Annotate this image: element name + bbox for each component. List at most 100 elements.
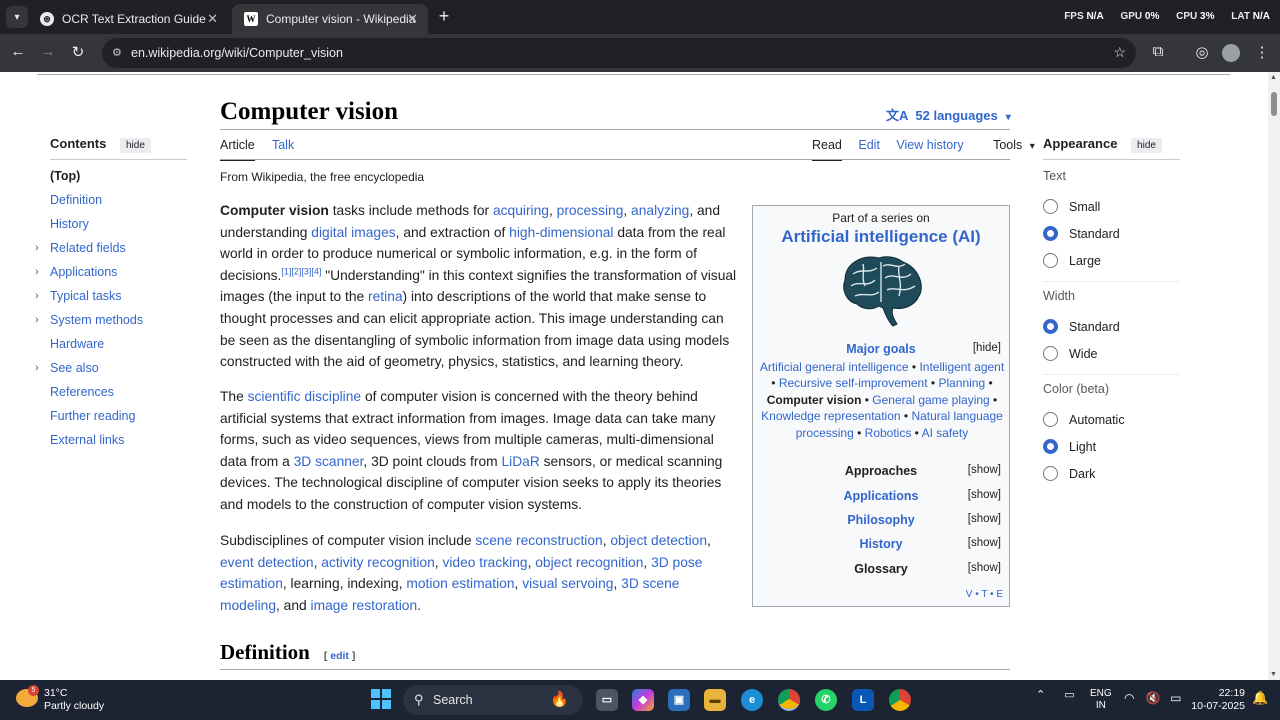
wiki-link[interactable]: Recursive self-improvement [779,376,928,390]
toc-hide-button[interactable]: hide [119,138,151,153]
file-explorer-icon[interactable]: ▬ [704,689,726,711]
clock[interactable]: 22:19 10-07-2025 [1190,687,1245,713]
infobox-section-label[interactable]: Applications [843,489,918,503]
new-tab-button[interactable]: + [434,6,454,27]
wiki-link[interactable]: high-dimensional [509,225,613,240]
wiki-link[interactable]: AI safety [922,426,969,440]
menu-icon[interactable]: ⋮ [1252,43,1272,61]
citation-link[interactable]: [1][2][3][4] [281,266,321,276]
toc-item[interactable]: › Typical tasks [35,286,143,310]
infobox-section-label[interactable]: Philosophy [847,513,914,527]
bookmark-star-icon[interactable]: ☆ [1113,44,1126,61]
close-tab-icon[interactable]: ✕ [407,11,418,27]
wiki-link[interactable]: scene reconstruction [475,533,602,548]
radio-button[interactable] [1043,319,1058,334]
radio-option[interactable]: Light [1043,439,1096,454]
chevron-right-icon[interactable]: › [35,310,39,330]
wiki-link[interactable]: processing [557,203,624,218]
chevron-right-icon[interactable]: › [35,286,39,306]
show-toggle[interactable]: [show] [968,562,1001,574]
tab-view-history[interactable]: View history [896,138,963,152]
network-volume-battery[interactable]: ◠ 🔇 ▭ [1124,691,1181,705]
wiki-link[interactable]: Robotics [865,426,912,440]
taskbar-search[interactable]: ⚲ Search 🔥 [403,685,583,715]
radio-option[interactable]: Standard [1043,226,1120,241]
wiki-link[interactable]: Knowledge representation [761,409,900,423]
wiki-link[interactable]: LiDaR [501,454,539,469]
wiki-link[interactable]: Artificial general intelligence [760,360,909,374]
tab-wikipedia[interactable]: W Computer vision - Wikipedia ✕ [232,4,428,34]
scroll-up-icon[interactable]: ▲ [1270,74,1277,81]
extensions-icon[interactable]: ⧉ [1148,43,1168,60]
wiki-link[interactable]: motion estimation [406,576,514,591]
wiki-link[interactable]: acquiring [493,203,549,218]
tab-ocr-guide[interactable]: ⊛ OCR Text Extraction Guide ✕ [28,4,228,34]
wiki-link[interactable]: object recognition [535,555,643,570]
weather-widget[interactable]: 5 31°C Partly cloudy [16,685,104,713]
radio-option[interactable]: Large [1043,253,1101,268]
edge-icon[interactable]: e [741,689,763,711]
input-language[interactable]: ENG IN [1090,688,1112,712]
back-icon[interactable]: ← [8,43,28,60]
performance-icon[interactable]: ◎ [1192,43,1212,61]
wiki-link[interactable]: event detection [220,555,314,570]
wiki-link[interactable]: 3D scanner [294,454,364,469]
forward-icon[interactable]: → [38,43,58,60]
tab-article[interactable]: Article [220,138,255,161]
radio-button[interactable] [1043,346,1058,361]
toc-item[interactable]: (Top) [50,166,143,190]
edit-link[interactable]: edit [330,650,349,662]
navbox-vte-links[interactable]: V • T • E [966,589,1003,600]
wiki-link[interactable]: scientific discipline [248,389,362,404]
wiki-link[interactable]: visual servoing [522,576,613,591]
radio-button[interactable] [1043,253,1058,268]
series-title-link[interactable]: Artificial intelligence (AI) [753,227,1009,247]
reload-icon[interactable]: ↻ [68,43,88,61]
toc-item[interactable]: › See also [35,358,143,382]
tray-app-icon[interactable]: ▭ [1064,689,1074,701]
scroll-thumb[interactable] [1271,92,1277,116]
toc-item[interactable]: External links [50,430,143,454]
radio-option[interactable]: Standard [1043,319,1120,334]
address-bar[interactable]: ⚙ en.wikipedia.org/wiki/Computer_vision … [102,38,1136,68]
radio-button[interactable] [1043,466,1058,481]
whatsapp-icon[interactable]: ✆ [815,689,837,711]
wiki-link[interactable]: digital images [311,225,395,240]
show-toggle[interactable]: [show] [968,513,1001,525]
chrome-icon[interactable] [778,689,800,711]
toc-item[interactable]: › System methods [35,310,143,334]
toc-item[interactable]: History [50,214,143,238]
tab-search-icon[interactable]: ▾ [6,6,28,28]
task-view-icon[interactable]: ▭ [596,689,618,711]
site-info-icon[interactable]: ⚙ [112,46,122,59]
wiki-link[interactable]: General game playing [872,393,989,407]
chevron-right-icon[interactable]: › [35,238,39,258]
tab-read[interactable]: Read [812,138,842,161]
tools-menu[interactable]: Tools ▾ [980,138,1035,152]
wiki-link[interactable]: object detection [610,533,707,548]
windows-start-icon[interactable] [371,689,391,709]
radio-option[interactable]: Wide [1043,346,1097,361]
wiki-link[interactable]: Intelligent agent [919,360,1004,374]
major-goals-link[interactable]: Major goals [846,342,915,356]
brain-image[interactable] [839,252,925,330]
tab-edit[interactable]: Edit [858,138,880,152]
radio-option[interactable]: Automatic [1043,412,1125,427]
store-icon[interactable]: ▣ [668,689,690,711]
wiki-link[interactable]: activity recognition [321,555,435,570]
hide-toggle[interactable]: [hide] [973,342,1001,354]
wiki-link[interactable]: Planning [938,376,985,390]
wiki-link[interactable]: analyzing [631,203,689,218]
toc-item[interactable]: › Related fields [35,238,143,262]
radio-button[interactable] [1043,439,1058,454]
page-scrollbar[interactable]: ▲ ▼ [1268,72,1280,680]
chevron-right-icon[interactable]: › [35,262,39,282]
scroll-down-icon[interactable]: ▼ [1270,671,1277,678]
toc-item[interactable]: Further reading [50,406,143,430]
wiki-link[interactable]: retina [368,289,403,304]
toc-item[interactable]: Definition [50,190,143,214]
show-toggle[interactable]: [show] [968,464,1001,476]
toc-item[interactable]: › Applications [35,262,143,286]
wiki-link[interactable]: image restoration [311,598,418,613]
profile-avatar[interactable] [1222,44,1240,62]
